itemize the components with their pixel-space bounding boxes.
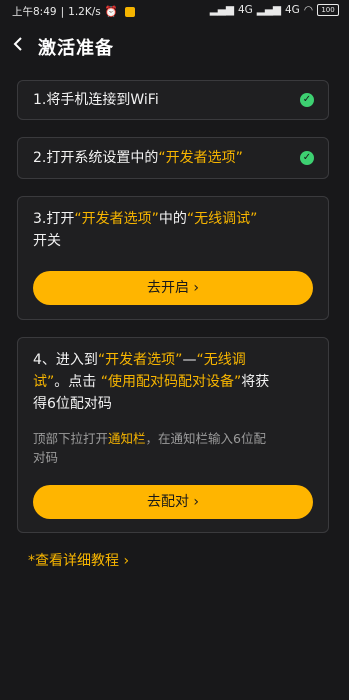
step-4-prefix: 4、进入到 (33, 352, 98, 368)
hint-prefix: 顶部下拉打开 (33, 431, 109, 446)
step-3-line-2: 开关 (33, 233, 61, 249)
step-4-mid: 。点击 (54, 374, 101, 390)
back-button[interactable] (12, 34, 30, 56)
tutorial-link[interactable]: *查看详细教程 › (28, 550, 129, 570)
step-2-text: 2.打开系统设置中的“开发者选项” (33, 148, 243, 168)
step-3-highlight-1: “开发者选项” (74, 211, 159, 227)
pair-button[interactable]: 去配对 › (33, 485, 313, 519)
app-notification-icon (124, 6, 135, 17)
status-divider: | (60, 5, 65, 18)
step-3-highlight-2: “无线调试” (186, 211, 258, 227)
step-4-highlight-4: “使用配对码配对设备” (100, 374, 242, 390)
page-title: 激活准备 (38, 38, 114, 59)
step-4-highlight-2: “无线调 (196, 352, 246, 368)
step-4-dash: — (182, 352, 197, 368)
step-4-line-3: 得6位配对码 (33, 396, 112, 412)
chevron-left-icon (13, 37, 22, 51)
step-4-line-2: 试”。点击 “使用配对码配对设备”将获 (33, 372, 269, 392)
signal-icon-1: ▂▄▆ (209, 4, 234, 16)
enable-button[interactable]: 去开启 › (33, 271, 313, 305)
status-time: 上午8:49 (12, 6, 57, 18)
hint-suffix: ，在通知栏输入6位配 (145, 431, 266, 446)
step-1-label: 1.将手机连接到WiFi (33, 92, 159, 108)
step-4-suffix: 将获 (241, 374, 270, 390)
alarm-icon: ⏰ (104, 6, 118, 18)
step-3-line-1: 3.打开“开发者选项”中的“无线调试” (33, 209, 257, 229)
signal-icon-2: ▂▄▆ (256, 4, 281, 16)
step-2-label: 2.打开系统设置中的 (33, 150, 159, 166)
step-4-hint: 顶部下拉打开通知栏，在通知栏输入6位配对码 (33, 429, 317, 467)
step-card-3: 3.打开“开发者选项”中的“无线调试” 开关 去开启 › (17, 196, 329, 320)
hint-highlight: 通知栏 (108, 431, 146, 446)
check-icon: ✓ (300, 93, 314, 107)
step-1-text: 1.将手机连接到WiFi (33, 90, 159, 110)
step-card-4: 4、进入到“开发者选项”—“无线调 试”。点击 “使用配对码配对设备”将获 得6… (17, 337, 329, 533)
status-bar: 上午8:49 | 1.2K/s ⏰ ▂▄▆ 4G ▂▄▆ 4G ◠ 100 (0, 0, 349, 22)
step-card-2: 2.打开系统设置中的“开发者选项” ✓ (17, 137, 329, 179)
status-speed: 1.2K/s (68, 5, 101, 18)
step-4-highlight-1: “开发者选项” (97, 352, 183, 368)
step-3-prefix: 3.打开 (33, 211, 75, 227)
signal-label-1: 4G (237, 4, 253, 16)
step-4-line-1: 4、进入到“开发者选项”—“无线调 (33, 350, 246, 370)
hint-line-2: 对码 (33, 450, 59, 465)
step-4-highlight-3: 试” (33, 374, 55, 390)
check-icon: ✓ (300, 151, 314, 165)
wifi-icon: ◠ (303, 4, 313, 16)
status-left: 上午8:49 | 1.2K/s ⏰ (12, 4, 135, 19)
step-2-highlight: “开发者选项” (158, 150, 243, 166)
step-card-1: 1.将手机连接到WiFi ✓ (17, 80, 329, 120)
step-3-mid: 中的 (158, 211, 187, 227)
battery-icon: 100 (317, 4, 339, 16)
page-header: 激活准备 (0, 28, 349, 64)
status-right: ▂▄▆ 4G ▂▄▆ 4G ◠ 100 (210, 4, 339, 16)
signal-label-2: 4G (285, 4, 300, 16)
